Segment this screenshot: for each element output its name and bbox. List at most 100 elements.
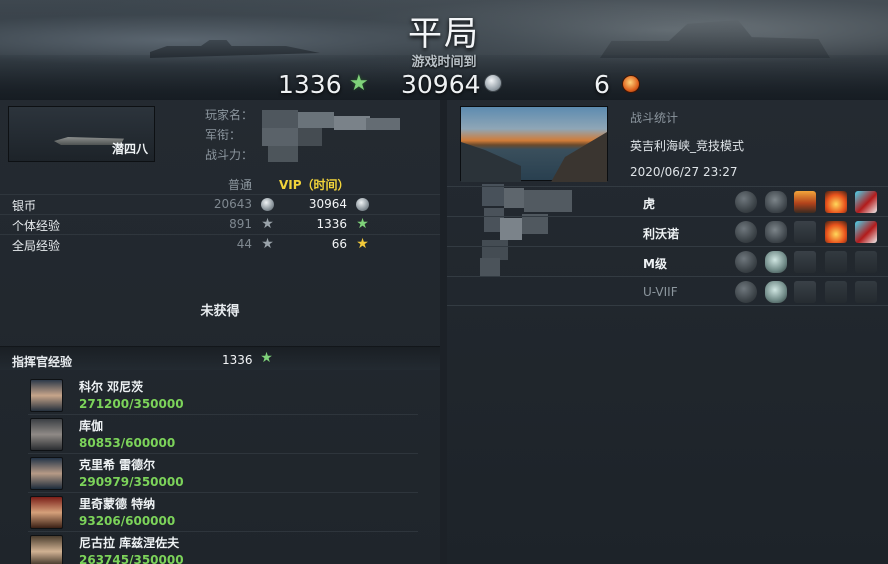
ship-achievement-table: 虎 利沃诺 M级 U-VIIF [447, 186, 888, 306]
achievement-shield-icon[interactable] [765, 251, 787, 273]
currency-label: 个体经验 [12, 219, 61, 233]
silver-coin-icon [356, 198, 369, 211]
ship-label: U-VIIF [643, 285, 678, 299]
achievement-ship-sunk-icon[interactable] [794, 221, 816, 243]
silver-coin-icon [484, 74, 502, 92]
ship-row: U-VIIF [447, 276, 888, 306]
achievement-plane-icon[interactable] [855, 281, 877, 303]
commander-xp-value: 1336 [222, 353, 253, 367]
commander-row[interactable]: 库伽 80853/600000 [28, 415, 418, 454]
star-icon: ★ [349, 71, 369, 96]
commander-avatar [30, 418, 63, 451]
commander-avatar [30, 496, 63, 529]
commander-name: 科尔 邓尼茨 [79, 380, 144, 394]
ship-label: 虎 [643, 197, 656, 211]
commander-avatar [30, 457, 63, 490]
result-subtitle: 游戏时间到 [411, 55, 477, 70]
commander-name: 克里希 雷德尔 [79, 458, 156, 472]
achievement-fire-icon[interactable] [825, 221, 847, 243]
achievement-plane-icon[interactable] [855, 221, 877, 243]
map-terrain-right [551, 132, 607, 182]
silver-reward-value: 30964 [401, 70, 481, 99]
achievement-aircraft-icon[interactable] [825, 281, 847, 303]
achievement-ship-sunk-icon[interactable] [794, 281, 816, 303]
currency-label: 银币 [12, 199, 37, 213]
achievement-badge-icon[interactable] [735, 281, 757, 303]
battle-stats-panel: 战斗统计 英吉利海峡_竞技模式 2020/06/27 23:27 虎 利沃诺 M… [447, 100, 888, 564]
commander-name: 里奇蒙德 特纳 [79, 497, 156, 511]
map-terrain-left [461, 142, 521, 182]
star-icon: ★ [356, 236, 369, 252]
ship-label: M级 [643, 257, 667, 271]
commander-row[interactable]: 科尔 邓尼茨 271200/350000 [28, 376, 418, 415]
map-name: 英吉利海峡_竞技模式 [630, 139, 745, 153]
currency-row-global-xp: 全局经验 44 ★ 66 ★ [0, 234, 440, 254]
currency-vip-value: 66 [331, 237, 347, 251]
currency-normal-value: 891 [229, 217, 252, 231]
commander-xp: 290979/350000 [79, 475, 184, 489]
player-name-label: 玩家名： [205, 108, 254, 122]
battle-time: 2020/06/27 23:27 [630, 165, 738, 179]
achievement-badge-icon[interactable] [735, 251, 757, 273]
commander-row[interactable]: 克里希 雷德尔 290979/350000 [28, 454, 418, 493]
medal-icon [622, 75, 640, 93]
commander-row[interactable]: 里奇蒙德 特纳 93206/600000 [28, 493, 418, 532]
commander-xp-label: 指挥官经验 [12, 355, 73, 369]
commander-row[interactable]: 尼古拉 库兹涅佐夫 263745/350000 [28, 532, 418, 564]
medal-count-value: 6 [594, 70, 610, 99]
currency-normal-value: 44 [236, 237, 252, 251]
achievement-badge-icon[interactable] [735, 221, 757, 243]
achievement-ship-sunk-icon[interactable] [794, 191, 816, 213]
star-icon: ★ [260, 350, 273, 366]
currency-table-header: 普通 VIP（时间） [0, 174, 440, 194]
achievement-plane-icon[interactable] [855, 191, 877, 213]
achievement-bomb-icon[interactable] [765, 221, 787, 243]
commander-xp-bar: 指挥官经验 1336 ★ [0, 346, 440, 370]
star-icon: ★ [356, 216, 369, 232]
battle-result-header: 平局 游戏时间到 1336 ★ 30964 6 [0, 0, 888, 100]
map-thumbnail [460, 106, 608, 182]
currency-vip-value: 1336 [316, 217, 347, 231]
achievement-shield-icon[interactable] [765, 281, 787, 303]
achievement-ship-sunk-icon[interactable] [794, 251, 816, 273]
commander-xp: 93206/600000 [79, 514, 176, 528]
currency-table: 普通 VIP（时间） 银币 20643 30964 个体经验 891 ★ 133… [0, 174, 440, 254]
battle-stats-label: 战斗统计 [630, 111, 679, 125]
achievement-aircraft-icon[interactable] [825, 251, 847, 273]
commander-avatar [30, 379, 63, 412]
commander-xp: 80853/600000 [79, 436, 176, 450]
commander-name: 库伽 [79, 419, 104, 433]
xp-reward-value: 1336 [278, 70, 342, 99]
commander-avatar [30, 535, 63, 564]
achievement-badge-icon[interactable] [735, 191, 757, 213]
currency-label: 全局经验 [12, 239, 61, 253]
ship-row: 利沃诺 [447, 216, 888, 246]
commander-name: 尼古拉 库兹涅佐夫 [79, 536, 180, 550]
ship-label: 利沃诺 [643, 227, 680, 241]
commander-xp: 263745/350000 [79, 553, 184, 564]
column-normal: 普通 [228, 178, 253, 192]
ship-row: 虎 [447, 186, 888, 216]
ship-name: 潜四八 [111, 142, 148, 156]
commander-xp: 271200/350000 [79, 397, 184, 411]
redacted-player-info [262, 110, 402, 164]
player-rank-label: 军衔： [205, 128, 242, 142]
achievement-bomb-icon[interactable] [765, 191, 787, 213]
commander-list: 科尔 邓尼茨 271200/350000 库伽 80853/600000 克里希… [28, 376, 418, 564]
currency-vip-value: 30964 [308, 197, 347, 211]
ship-card[interactable]: 潜四八 [8, 106, 155, 162]
ship-row: M级 [447, 246, 888, 276]
player-power-label: 战斗力： [205, 148, 254, 162]
silver-coin-icon [261, 198, 274, 211]
star-icon: ★ [261, 236, 274, 252]
player-info-labels: 玩家名： 军衔： 战斗力： [205, 108, 265, 168]
currency-row-silver: 银币 20643 30964 [0, 194, 440, 214]
not-obtained-text: 未获得 [200, 304, 240, 319]
achievement-fire-icon[interactable] [825, 191, 847, 213]
currency-normal-value: 20643 [213, 197, 252, 211]
currency-row-individual-xp: 个体经验 891 ★ 1336 ★ [0, 214, 440, 234]
rewards-panel: 潜四八 玩家名： 军衔： 战斗力： 普通 VIP（时间） 银币 20643 30… [0, 100, 440, 564]
column-vip: VIP（时间） [279, 178, 350, 192]
rewards-row: 1336 ★ 30964 6 [0, 70, 888, 100]
achievement-plane-icon[interactable] [855, 251, 877, 273]
